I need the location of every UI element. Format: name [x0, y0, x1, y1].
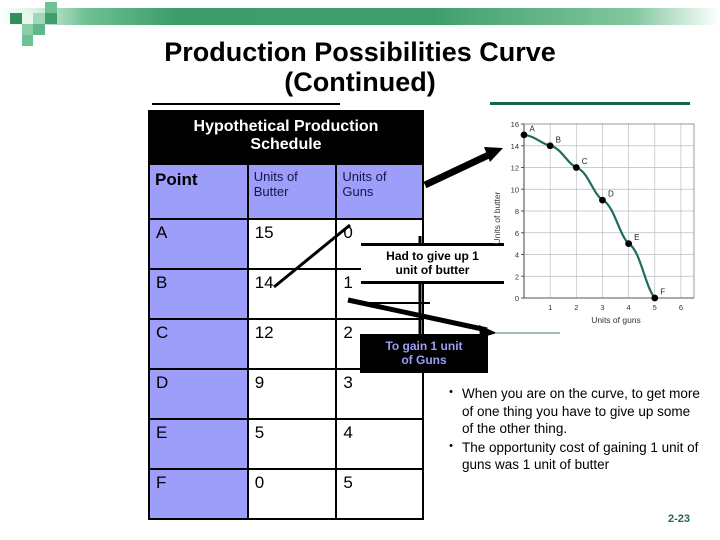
deco-square-6 — [22, 24, 33, 35]
data-point-d — [599, 196, 606, 204]
row-point-a: A — [148, 217, 249, 270]
svg-text:12: 12 — [511, 164, 519, 173]
row-b-butter-value: 14 — [246, 267, 338, 320]
table-row: D 9 3 — [148, 367, 424, 420]
chart-x-axis-label: Units of guns — [591, 315, 641, 325]
list-item: • When you are on the curve, to get more… — [440, 385, 705, 438]
svg-text:2: 2 — [574, 303, 578, 312]
row-e-guns-value: 4 — [335, 417, 424, 470]
deco-square-4 — [45, 2, 57, 13]
svg-text:2: 2 — [515, 272, 519, 281]
data-point-e — [625, 240, 633, 248]
svg-text:10: 10 — [511, 185, 519, 194]
bullet-dot-icon: • — [449, 386, 453, 398]
callout-guns-line-1: To gain 1 unit — [385, 339, 463, 353]
deco-square-3 — [33, 13, 45, 24]
svg-text:5: 5 — [653, 303, 657, 312]
list-item: • The opportunity cost of gaining 1 unit… — [440, 439, 705, 474]
svg-text:0: 0 — [515, 294, 519, 303]
row-point-d: D — [148, 367, 249, 420]
row-a-butter-value: 15 — [246, 217, 338, 270]
row-point-f: F — [148, 467, 249, 520]
table-caption-row: Hypothetical Production Schedule — [148, 110, 424, 165]
column-header-guns-line-2: Guns — [342, 183, 374, 199]
row-f-guns-value: 5 — [335, 467, 424, 520]
deco-square-1 — [10, 13, 22, 24]
row-point-c: C — [148, 317, 249, 370]
callout-butter-line-1: Had to give up 1 — [386, 249, 479, 263]
row-point-b: B — [148, 267, 249, 320]
column-header-butter-line-2: Butter — [253, 183, 289, 199]
title-underline-rule — [152, 103, 340, 105]
column-header-point: Point — [148, 162, 249, 220]
explanatory-bullet-list: • When you are on the curve, to get more… — [440, 385, 705, 475]
chart-y-axis-label: Units of butter — [492, 191, 502, 244]
production-possibilities-curve-chart: 0246810121416 123456 ABCDEF Units of gun… — [492, 120, 695, 325]
deco-square-5 — [45, 13, 57, 24]
data-point-c — [572, 164, 580, 171]
hypothetical-production-schedule: Hypothetical Production Schedule Point U… — [148, 110, 424, 520]
table-row: E 5 4 — [148, 417, 424, 470]
schedule-table: Hypothetical Production Schedule Point U… — [148, 110, 424, 520]
data-point-f — [651, 294, 659, 302]
svg-text:14: 14 — [511, 142, 519, 151]
svg-text:1: 1 — [548, 303, 552, 312]
callout-had-to-give-up-butter: Had to give up 1 unit of butter — [361, 243, 504, 285]
svg-text:4: 4 — [627, 303, 631, 312]
column-header-units-of-guns: Units of Guns — [335, 162, 424, 220]
bullet-dot-icon: • — [449, 439, 453, 452]
data-point-label-c: C — [582, 157, 588, 166]
svg-text:3: 3 — [600, 303, 604, 312]
callout-guns-line-2: of Guns — [401, 353, 447, 368]
row-d-butter-value: 9 — [246, 367, 338, 420]
row-d-guns-value: 3 — [335, 367, 424, 420]
green-gradient-bar — [0, 8, 720, 25]
column-header-butter-line-1: Units of — [253, 168, 298, 184]
deco-square-8 — [22, 35, 33, 46]
row-f-butter-value: 0 — [246, 467, 338, 520]
data-point-label-d: D — [608, 190, 614, 199]
page-number: 2-23 — [668, 513, 691, 525]
row-c-butter-value: 12 — [246, 317, 338, 370]
deco-square-7 — [33, 24, 45, 35]
data-point-label-f: F — [660, 288, 665, 297]
column-header-guns-line-1: Units of — [342, 168, 387, 184]
slide-title-line-1: Production Possibilities Curve — [164, 37, 556, 67]
chart-y-tick-labels: 0 2 4 6 8 10 12 14 16 — [511, 120, 524, 303]
ppc-curve-path — [523, 133, 656, 299]
row-e-butter-value: 5 — [246, 417, 338, 470]
callout-butter-line-2: unit of butter — [395, 263, 470, 278]
chart-gridlines — [523, 123, 695, 299]
data-point-a — [520, 131, 528, 139]
column-header-units-of-butter: Units of Butter — [246, 162, 338, 220]
table-caption-line-2: Schedule — [250, 136, 322, 154]
table-row: F 0 5 — [148, 467, 424, 520]
data-point-b — [546, 142, 554, 150]
table-caption-cell: Hypothetical Production Schedule — [148, 110, 424, 165]
row-point-e: E — [148, 417, 249, 470]
chart-top-green-rule — [490, 102, 690, 105]
data-point-label-e: E — [634, 233, 639, 242]
svg-text:4: 4 — [515, 251, 519, 260]
callout-to-gain-guns: To gain 1 unit of Guns — [360, 334, 488, 374]
svg-text:6: 6 — [679, 303, 683, 312]
slide-title: Production Possibilities Curve (Continue… — [60, 37, 660, 97]
bullet-text-1: When you are on the curve, to get more o… — [462, 386, 700, 437]
svg-text:16: 16 — [511, 120, 519, 129]
chart-x-tick-labels: 1 2 3 4 5 6 — [548, 303, 683, 312]
table-caption-line-1: Hypothetical Production — [193, 118, 379, 135]
data-point-label-a: A — [530, 124, 536, 133]
deco-square-2 — [22, 13, 33, 24]
svg-text:6: 6 — [515, 229, 519, 238]
svg-text:8: 8 — [515, 207, 519, 216]
table-header-row: Point Units of Butter Units of Guns — [148, 162, 424, 220]
bullet-text-2: The opportunity cost of gaining 1 unit o… — [462, 439, 699, 473]
data-point-label-b: B — [556, 135, 561, 144]
slide-title-line-2: (Continued) — [284, 66, 436, 97]
